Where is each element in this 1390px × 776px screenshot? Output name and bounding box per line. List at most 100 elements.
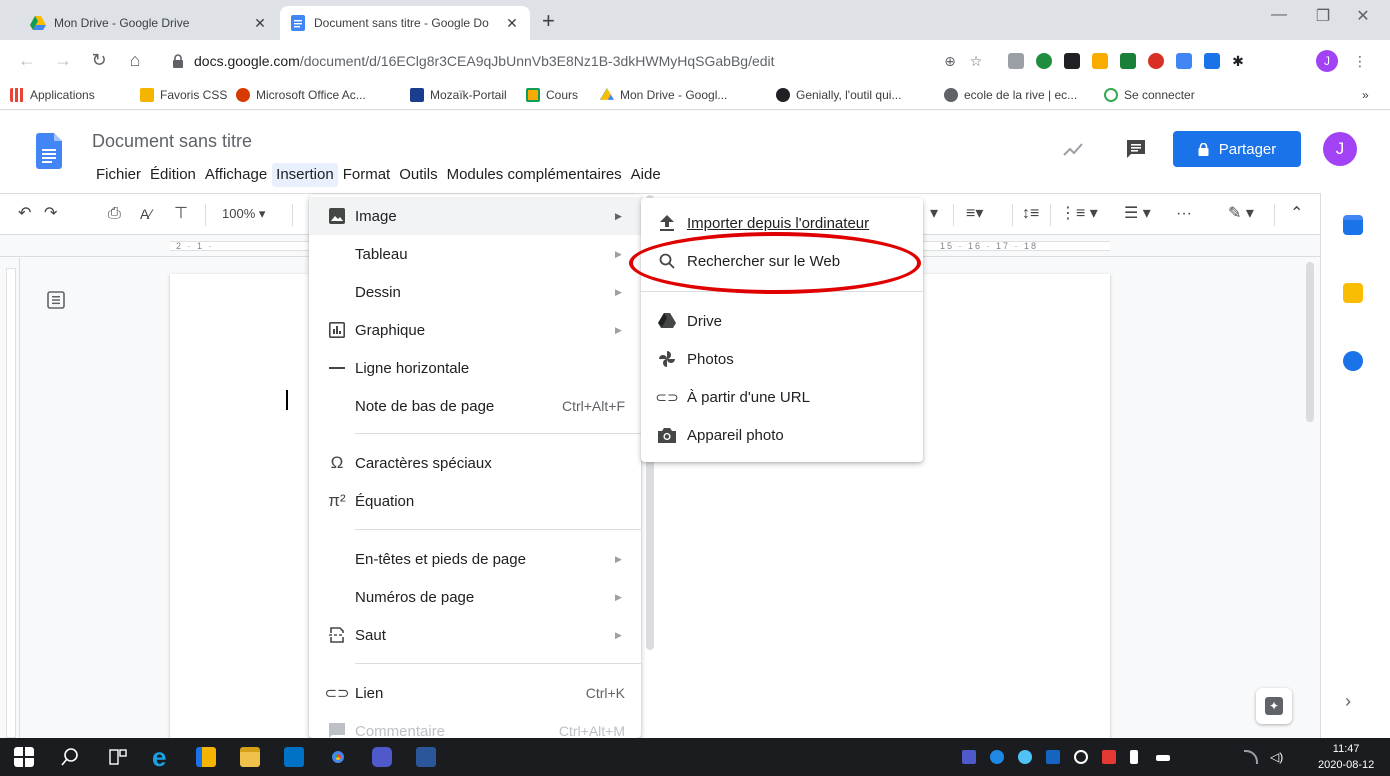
bookmark-office[interactable]: Microsoft Office Ac... <box>236 88 366 102</box>
menu-item-lien[interactable]: ⊂⊃ Lien Ctrl+K <box>309 674 641 712</box>
share-button[interactable]: Partager <box>1173 131 1301 167</box>
redo-icon[interactable]: ↷ <box>44 205 57 223</box>
bookmark-applications[interactable]: Applications <box>10 88 95 102</box>
account-avatar[interactable]: J <box>1323 132 1357 166</box>
tab-mon-drive[interactable]: Mon Drive - Google Drive ✕ <box>20 6 278 40</box>
menu-item-note-de-bas-de-page[interactable]: Note de bas de page Ctrl+Alt+F <box>309 387 641 425</box>
more-vert-icon[interactable]: ⋮ <box>1350 51 1370 71</box>
menu-item-tableau[interactable]: Tableau ▶ <box>309 235 641 273</box>
close-window-icon[interactable]: ✕ <box>1340 6 1386 26</box>
submenu-item-drive[interactable]: Drive <box>641 302 923 340</box>
document-title[interactable]: Document sans titre <box>92 131 252 152</box>
home-icon[interactable]: ⌂ <box>124 50 146 70</box>
text-color-dropdown[interactable]: ▾ <box>930 205 938 223</box>
submenu-item-photos[interactable]: Photos <box>641 340 923 378</box>
usb-icon[interactable] <box>1130 750 1138 764</box>
bookmark-cours[interactable]: Cours <box>526 88 578 102</box>
zoom-icon[interactable]: ⊕ <box>940 51 960 71</box>
menu-item-caracteres-speciaux[interactable]: Ω Caractères spéciaux <box>309 444 641 482</box>
file-explorer-icon[interactable] <box>240 747 260 767</box>
bookmark-genially[interactable]: Genially, l'outil qui... <box>776 88 901 102</box>
app-tray-icon[interactable] <box>1102 750 1116 764</box>
task-view-icon[interactable] <box>108 747 128 767</box>
menu-format[interactable]: Format <box>339 163 395 187</box>
extensions-puzzle-icon[interactable]: ✱ <box>1228 51 1248 71</box>
chevron-right-icon[interactable]: › <box>1345 691 1351 712</box>
comments-icon[interactable] <box>1126 139 1146 159</box>
menu-item-graphique[interactable]: Graphique ▶ <box>309 311 641 349</box>
menu-item-ligne-horizontale[interactable]: Ligne horizontale <box>309 349 641 387</box>
calendar-icon[interactable] <box>1343 215 1363 235</box>
more-options-icon[interactable]: ··· <box>1176 205 1192 223</box>
menu-outils[interactable]: Outils <box>395 163 441 187</box>
menu-item-numeros-de-page[interactable]: Numéros de page ▶ <box>309 578 641 616</box>
network-status-icon[interactable] <box>1074 750 1088 764</box>
bookmark-se-connecter[interactable]: Se connecter <box>1104 88 1195 102</box>
volume-icon[interactable]: ◁) <box>1270 750 1284 764</box>
teams-tray-icon[interactable] <box>962 750 976 764</box>
adblock-icon[interactable] <box>1148 53 1164 69</box>
windows-start-icon[interactable] <box>14 747 34 767</box>
menu-aide[interactable]: Aide <box>627 163 665 187</box>
close-tab-icon[interactable]: ✕ <box>252 15 268 32</box>
cast-icon[interactable] <box>1204 53 1220 69</box>
undo-icon[interactable]: ↶ <box>18 205 31 223</box>
search-icon[interactable] <box>60 747 80 767</box>
outlook-icon[interactable] <box>284 747 304 767</box>
wifi-icon[interactable] <box>1244 750 1258 764</box>
menu-item-saut[interactable]: Saut ▶ <box>309 616 641 654</box>
edge-icon[interactable]: e <box>152 744 172 770</box>
explore-button[interactable]: ✦ <box>1256 688 1292 724</box>
translate-icon[interactable] <box>1176 53 1192 69</box>
document-scrollbar[interactable] <box>1306 262 1314 422</box>
new-tab-button[interactable]: + <box>542 10 555 32</box>
extension-icon[interactable] <box>1036 53 1052 69</box>
activity-trend-icon[interactable] <box>1063 141 1083 157</box>
tasks-icon[interactable] <box>1343 351 1363 371</box>
back-icon[interactable]: ← <box>16 50 38 70</box>
paint-format-icon[interactable]: ⊤ <box>174 205 188 223</box>
menu-affichage[interactable]: Affichage <box>201 163 271 187</box>
bookmark-favoris-css[interactable]: Favoris CSS <box>140 88 227 102</box>
drive-extension-icon[interactable] <box>1120 53 1136 69</box>
align-icon[interactable]: ≡▾ <box>966 205 983 223</box>
submenu-item-appareil-photo[interactable]: Appareil photo <box>641 416 923 454</box>
bookmark-star-icon[interactable]: ☆ <box>966 51 986 71</box>
submenu-item-url[interactable]: ⊂⊃ À partir d'une URL <box>641 378 923 416</box>
menu-item-image[interactable]: Image ▶ <box>309 197 641 235</box>
profile-avatar[interactable]: J <box>1316 50 1338 72</box>
onedrive-icon[interactable] <box>990 750 1004 764</box>
spellcheck-icon[interactable]: A∕ <box>140 205 152 223</box>
security-tray-icon[interactable] <box>1046 750 1060 764</box>
docs-logo-icon[interactable] <box>36 133 62 169</box>
zoom-select[interactable]: 100% ▾ <box>222 206 265 222</box>
teams-icon[interactable] <box>372 747 392 767</box>
extension-icon[interactable] <box>1092 53 1108 69</box>
close-tab-icon[interactable]: ✕ <box>504 15 520 32</box>
extension-icon[interactable] <box>1008 53 1024 69</box>
menu-item-equation[interactable]: π² Équation <box>309 482 641 520</box>
tab-document[interactable]: Document sans titre - Google Do ✕ <box>280 6 530 40</box>
print-icon[interactable]: ⎙ <box>108 205 121 223</box>
battery-icon[interactable] <box>1156 755 1170 761</box>
grid-extension-icon[interactable] <box>1064 53 1080 69</box>
word-icon[interactable] <box>416 747 436 767</box>
edit-mode-icon[interactable]: ✎ ▾ <box>1228 205 1254 223</box>
line-spacing-icon[interactable]: ↕≡ <box>1022 205 1039 223</box>
menu-insertion[interactable]: Insertion <box>272 163 338 187</box>
reload-icon[interactable]: ↻ <box>88 50 110 70</box>
menu-edition[interactable]: Édition <box>146 163 200 187</box>
minimize-icon[interactable]: — <box>1256 6 1302 24</box>
keep-icon[interactable] <box>1343 283 1363 303</box>
bookmark-ecole[interactable]: ecole de la rive | ec... <box>944 88 1077 102</box>
bookmarks-overflow[interactable]: » <box>1362 88 1369 102</box>
system-clock[interactable]: 11:47 2020-08-12 <box>1318 741 1374 773</box>
document-outline-icon[interactable] <box>46 290 66 310</box>
menu-modules[interactable]: Modules complémentaires <box>443 163 626 187</box>
chrome-icon[interactable] <box>328 747 348 767</box>
checklist-icon[interactable]: ⋮≡ ▾ <box>1060 205 1098 223</box>
bookmark-mozaik[interactable]: Mozaïk-Portail <box>410 88 507 102</box>
sync-tray-icon[interactable] <box>1018 750 1032 764</box>
collapse-menus-icon[interactable]: ⌃ <box>1290 205 1303 223</box>
forward-icon[interactable]: → <box>52 50 74 70</box>
